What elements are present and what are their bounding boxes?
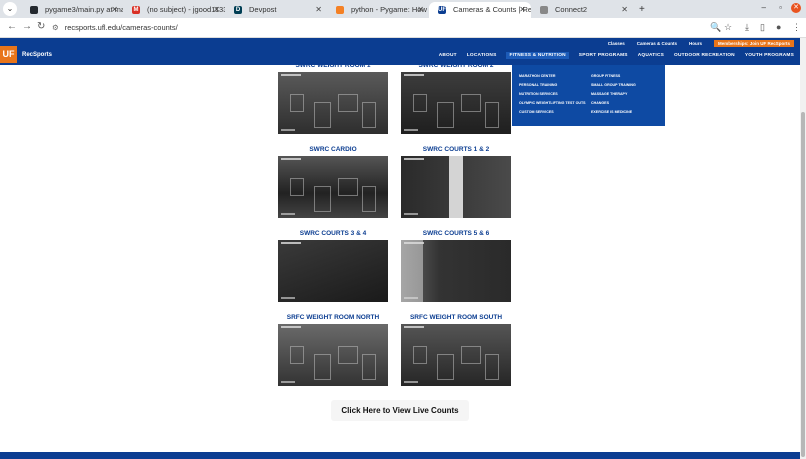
fitness-dropdown-menu: MARATHON CENTER PERSONAL TRAINING NUTRITIO… <box>512 65 665 126</box>
tab-favicon-icon: D <box>234 6 242 14</box>
camera-card: SWRC WEIGHT ROOM 1 <box>278 60 388 134</box>
tab-close-icon[interactable]: ✕ <box>111 2 118 18</box>
camera-feed-image <box>401 72 511 134</box>
tab-favicon-icon <box>540 6 548 14</box>
camera-title: SRFC WEIGHT ROOM NORTH <box>286 314 380 321</box>
dropdown-menu-item[interactable]: SMALL GROUP TRAINING <box>591 83 636 87</box>
camera-card: SWRC CARDIO <box>278 144 388 218</box>
tab-favicon-icon <box>336 6 344 14</box>
camera-feed-image <box>401 156 511 218</box>
new-tab-icon[interactable]: + <box>633 2 651 18</box>
download-icon[interactable]: ⤓ <box>745 22 749 33</box>
nav-aquatics[interactable]: AQUATICS <box>638 53 664 59</box>
membership-button[interactable]: Memberships: Join UF RecSports <box>713 40 794 47</box>
nav-fitness-nutrition[interactable]: FITNESS & NUTRITION <box>506 52 569 59</box>
camera-title: SWRC WEIGHT ROOM 1 <box>295 62 371 69</box>
camera-card: SRFC WEIGHT ROOM SOUTH <box>401 312 511 386</box>
back-icon[interactable]: ← <box>7 21 17 32</box>
minimize-icon[interactable]: – <box>762 3 766 12</box>
url-text: recsports.ufl.edu/cameras-counts/ <box>64 23 178 32</box>
camera-feed-image <box>278 72 388 134</box>
tab-close-icon[interactable]: ✕ <box>213 2 220 18</box>
profile-avatar-icon[interactable]: ● <box>776 22 781 32</box>
browser-tab[interactable]: pygame3/main.py at ma ✕ <box>21 2 123 18</box>
browser-menu-icon[interactable]: ⋮ <box>792 22 801 33</box>
browser-tab[interactable]: UF Cameras & Counts | Rec ✕ <box>429 2 531 18</box>
camera-title: SWRC CARDIO <box>309 146 357 153</box>
url-input[interactable]: ⚙ recsports.ufl.edu/cameras-counts/ <box>52 21 742 35</box>
camera-feed-image <box>278 240 388 302</box>
dropdown-menu-item[interactable]: NUTRITION SERVICES <box>519 92 586 96</box>
site-footer <box>0 452 800 459</box>
tab-close-icon[interactable]: ✕ <box>519 2 526 18</box>
nav-outdoor-recreation[interactable]: OUTDOOR RECREATION <box>674 53 735 59</box>
browser-tab[interactable]: python - Pygame: How d ✕ <box>327 2 429 18</box>
reload-icon[interactable]: ↻ <box>37 21 45 32</box>
uf-logo[interactable]: UF <box>0 46 17 63</box>
dropdown-menu-item[interactable]: OLYMPIC WEIGHTLIFTING TEST OUTS <box>519 101 586 105</box>
forward-icon[interactable]: → <box>22 21 32 32</box>
tab-favicon-icon <box>30 6 38 14</box>
camera-card: SWRC COURTS 3 & 4 <box>278 228 388 302</box>
camera-title: SRFC WEIGHT ROOM SOUTH <box>409 314 503 321</box>
scrollbar-thumb[interactable] <box>801 112 805 457</box>
camera-title: SWRC COURTS 5 & 6 <box>422 230 490 237</box>
camera-card: SRFC WEIGHT ROOM NORTH <box>278 312 388 386</box>
close-window-icon[interactable]: ✕ <box>791 3 801 13</box>
browser-tab[interactable]: M (no subject) - jgood1133 ✕ <box>123 2 225 18</box>
camera-feed-image <box>278 324 388 386</box>
camera-card: SWRC COURTS 1 & 2 <box>401 144 511 218</box>
bookmark-star-icon[interactable]: ☆ <box>724 22 732 33</box>
tab-close-icon[interactable]: ✕ <box>315 2 322 18</box>
dropdown-menu-item[interactable]: PERSONAL TRAINING <box>519 83 586 87</box>
main-nav: ABOUT LOCATIONS FITNESS & NUTRITION SPOR… <box>439 52 794 59</box>
camera-title: SWRC WEIGHT ROOM 2 <box>418 62 494 69</box>
nav-locations[interactable]: LOCATIONS <box>467 53 497 59</box>
tab-favicon-icon: M <box>132 6 140 14</box>
camera-card: SWRC WEIGHT ROOM 2 <box>401 60 511 134</box>
dropdown-menu-item[interactable]: CHANGES <box>591 101 636 105</box>
camera-feed-image <box>401 240 511 302</box>
tab-close-icon[interactable]: ✕ <box>417 2 424 18</box>
tab-close-icon[interactable]: ✕ <box>621 2 628 18</box>
dropdown-menu-item[interactable]: CUSTOM SERVICES <box>519 110 586 114</box>
tab-title: Devpost <box>249 5 277 14</box>
live-counts-button[interactable]: Click Here to View Live Counts <box>331 400 469 421</box>
camera-title: SWRC COURTS 3 & 4 <box>299 230 367 237</box>
page-scrollbar[interactable] <box>800 38 806 459</box>
util-link-classes[interactable]: Classes <box>608 41 625 46</box>
sidepanel-icon[interactable]: ▯ <box>760 22 765 33</box>
camera-card: SWRC COURTS 5 & 6 <box>401 228 511 302</box>
nav-youth-programs[interactable]: YOUTH PROGRAMS <box>745 53 794 59</box>
site-info-icon[interactable]: ⚙ <box>52 21 59 35</box>
browser-tab-bar: ⌄ pygame3/main.py at ma ✕ M (no subject) - … <box>0 0 806 18</box>
dropdown-menu-item[interactable]: GROUP FITNESS <box>591 74 636 78</box>
dropdown-menu-item[interactable]: MARATHON CENTER <box>519 74 586 78</box>
tab-favicon-icon: UF <box>438 6 446 14</box>
camera-title: SWRC COURTS 1 & 2 <box>422 146 490 153</box>
maximize-icon[interactable]: ▫ <box>779 3 782 12</box>
utility-nav: Classes Cameras & Counts Hours Membershi… <box>608 40 794 47</box>
zoom-icon[interactable]: 🔍 <box>710 22 721 33</box>
site-header: UF RecSports Classes Cameras & Counts Ho… <box>0 38 800 65</box>
dropdown-menu-item[interactable]: EXERCISE IS MEDICINE <box>591 110 636 114</box>
dropdown-menu-item[interactable]: MASSAGE THERAPY <box>591 92 636 96</box>
util-link-hours[interactable]: Hours <box>689 41 702 46</box>
util-link-cameras-counts[interactable]: Cameras & Counts <box>637 41 677 46</box>
tab-title: Connect2 <box>555 5 588 14</box>
tab-search-icon[interactable]: ⌄ <box>3 2 17 16</box>
camera-feed-image <box>278 156 388 218</box>
address-bar: ← → ↻ ⚙ recsports.ufl.edu/cameras-counts/… <box>0 18 806 38</box>
nav-sport-programs[interactable]: SPORT PROGRAMS <box>579 53 628 59</box>
browser-tab[interactable]: D Devpost ✕ <box>225 2 327 18</box>
browser-tab[interactable]: Connect2 ✕ <box>531 2 633 18</box>
nav-about[interactable]: ABOUT <box>439 53 457 59</box>
camera-feed-image <box>401 324 511 386</box>
brand-name[interactable]: RecSports <box>22 52 52 58</box>
